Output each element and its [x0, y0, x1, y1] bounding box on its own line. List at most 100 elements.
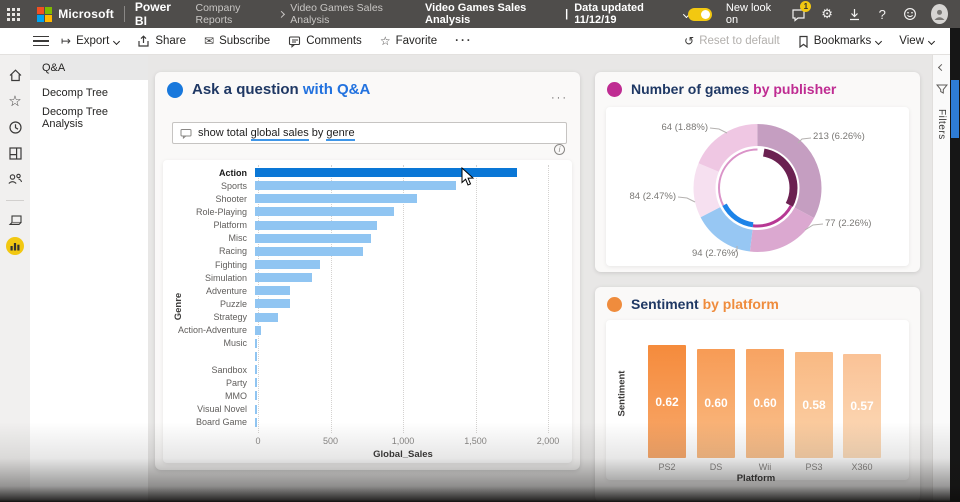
sentiment-value-label: 0.62	[648, 395, 686, 409]
genre-bar-row: Visual Novel	[163, 403, 560, 416]
bookmarks-button[interactable]: Bookmarks	[798, 35, 882, 48]
expand-filters-chevron-icon[interactable]	[938, 64, 945, 71]
settings-gear-icon[interactable]: ⚙	[820, 6, 834, 22]
publisher-donut-card[interactable]: Number of games by publisher 213 (6.26%)…	[595, 72, 920, 272]
genre-bar-row: Sandbox	[163, 363, 560, 376]
apps-grid-icon[interactable]	[4, 142, 26, 164]
sentiment-value-label: 0.60	[697, 396, 735, 410]
sentiment-value-label: 0.58	[795, 398, 833, 412]
collapse-pages-hamburger-icon[interactable]	[33, 33, 49, 50]
report-title-group[interactable]: Video Games Sales Analysis | Data update…	[425, 2, 688, 26]
topbar-actions: New look on 1 ⚙ ?	[688, 2, 960, 26]
home-icon[interactable]	[4, 64, 26, 86]
filter-funnel-icon[interactable]	[936, 84, 948, 95]
publisher-title-main: Number of games	[631, 81, 753, 97]
view-button[interactable]: View	[899, 35, 934, 47]
query-term-global-sales[interactable]: global sales	[251, 127, 309, 141]
genre-bar-Party[interactable]	[255, 378, 257, 387]
genre-category-label: Fighting	[163, 260, 255, 270]
subscribe-button[interactable]: ✉ Subscribe	[204, 34, 270, 48]
genre-bar-Strategy[interactable]	[255, 313, 278, 322]
comments-icon	[288, 35, 301, 48]
favorite-star-icon: ☆	[380, 34, 391, 48]
genre-category-label: Platform	[163, 220, 255, 230]
genre-bar-Simulation[interactable]	[255, 273, 312, 282]
qna-more-options-button[interactable]: ···	[551, 92, 568, 104]
genre-bar-Role-Playing[interactable]	[255, 207, 394, 216]
genre-bar-Fighting[interactable]	[255, 260, 320, 269]
genre-bar-row: Racing	[163, 245, 560, 258]
donut-leader-line	[710, 128, 727, 133]
comments-button[interactable]: Comments	[288, 35, 362, 48]
genre-bar-Sandbox[interactable]	[255, 365, 257, 374]
toolbar-more-button[interactable]: ···	[455, 35, 473, 47]
genre-bar-Action-Adventure[interactable]	[255, 326, 261, 335]
publisher-donut-panel: 213 (6.26%)77 (2.26%)94 (2.76%)84 (2.47%…	[606, 107, 909, 266]
genre-category-label: Board Game	[163, 417, 255, 427]
top-app-bar: Microsoft Power BI Company Reports Video…	[0, 0, 960, 28]
genre-bar-Action[interactable]	[255, 168, 517, 177]
reset-label: Reset to default	[699, 35, 780, 47]
new-look-toggle[interactable]	[688, 8, 712, 21]
account-avatar[interactable]	[931, 4, 948, 24]
genre-bar-blank[interactable]	[255, 352, 257, 361]
genre-bar-chart-panel: ActionSportsShooterRole-PlayingPlatformM…	[163, 160, 572, 463]
genre-bar-Visual Novel[interactable]	[255, 405, 257, 414]
genre-bar-row: Sports	[163, 179, 560, 192]
export-button[interactable]: ↦ Export	[61, 34, 119, 48]
qna-card-header: Ask a question with Q&A	[167, 81, 370, 98]
share-button[interactable]: Share	[137, 35, 186, 48]
power-bi-wordmark[interactable]: Power BI	[135, 0, 182, 28]
sentiment-bar-card[interactable]: Sentiment by platform 0.62PS20.60DS0.60W…	[595, 287, 920, 502]
microsoft-logo-icon	[37, 7, 52, 22]
help-icon[interactable]: ?	[875, 6, 889, 22]
donut-leader-line	[678, 197, 695, 202]
download-icon[interactable]	[848, 6, 862, 22]
genre-bar-Misc[interactable]	[255, 234, 371, 243]
shared-with-me-people-icon[interactable]	[4, 168, 26, 190]
breadcrumb-report[interactable]: Video Games Sales Analysis	[290, 2, 411, 26]
feedback-smiley-icon[interactable]	[903, 6, 917, 22]
genre-bar-Music[interactable]	[255, 339, 257, 348]
report-toolbar: ↦ Export Share ✉ Subscribe Comments ☆ Fa…	[0, 28, 950, 55]
notifications-icon[interactable]: 1	[791, 6, 806, 22]
left-icon-rail: ☆	[0, 55, 30, 502]
genre-bar-MMO[interactable]	[255, 391, 257, 400]
genre-bar-Sports[interactable]	[255, 181, 456, 190]
genre-x-tick: 1,000	[381, 436, 425, 446]
sentiment-category-label: PS3	[795, 462, 833, 472]
qna-info-icon[interactable]: i	[554, 144, 565, 155]
filters-label: Filters	[936, 109, 947, 140]
genre-bar-Adventure[interactable]	[255, 286, 290, 295]
genre-bar-Puzzle[interactable]	[255, 299, 290, 308]
genre-bar-Board Game[interactable]	[255, 418, 257, 427]
workspaces-stacked-icon[interactable]	[4, 209, 26, 231]
app-launcher-waffle-icon[interactable]	[0, 0, 27, 28]
favorites-star-icon[interactable]: ☆	[4, 90, 26, 112]
reset-to-default-button[interactable]: ↺ Reset to default	[684, 34, 780, 48]
page-item-decomp-tree[interactable]: Decomp Tree	[30, 80, 148, 105]
page-item-decomp-tree-analysis[interactable]: Decomp Tree Analysis	[30, 105, 148, 130]
query-term-genre[interactable]: genre	[326, 127, 354, 141]
qna-visual-card[interactable]: Ask a question with Q&A ··· show total g…	[155, 72, 580, 470]
breadcrumb-workspace[interactable]: Company Reports	[195, 2, 271, 26]
genre-bar-row: Party	[163, 376, 560, 389]
recent-clock-icon[interactable]	[4, 116, 26, 138]
sentiment-x-axis-title: Platform	[636, 473, 876, 484]
page-item-qna[interactable]: Q&A	[30, 55, 148, 80]
genre-bar-Racing[interactable]	[255, 247, 363, 256]
genre-category-label: Party	[163, 378, 255, 388]
export-label: Export	[76, 35, 109, 47]
genre-bar-Platform[interactable]	[255, 221, 377, 230]
qna-question-input[interactable]: show total global sales by genre	[172, 122, 567, 144]
favorite-button[interactable]: ☆ Favorite	[380, 34, 437, 48]
sentiment-card-header: Sentiment by platform	[607, 296, 779, 312]
pbi-app-icon[interactable]	[4, 235, 26, 257]
sentiment-title-main: Sentiment	[631, 296, 703, 312]
sentiment-value-label: 0.57	[843, 399, 881, 413]
publisher-card-header: Number of games by publisher	[607, 81, 836, 97]
scrollbar-thumb[interactable]	[951, 80, 959, 138]
genre-bar-row: Misc	[163, 232, 560, 245]
share-icon	[137, 35, 150, 48]
genre-bar-Shooter[interactable]	[255, 194, 417, 203]
